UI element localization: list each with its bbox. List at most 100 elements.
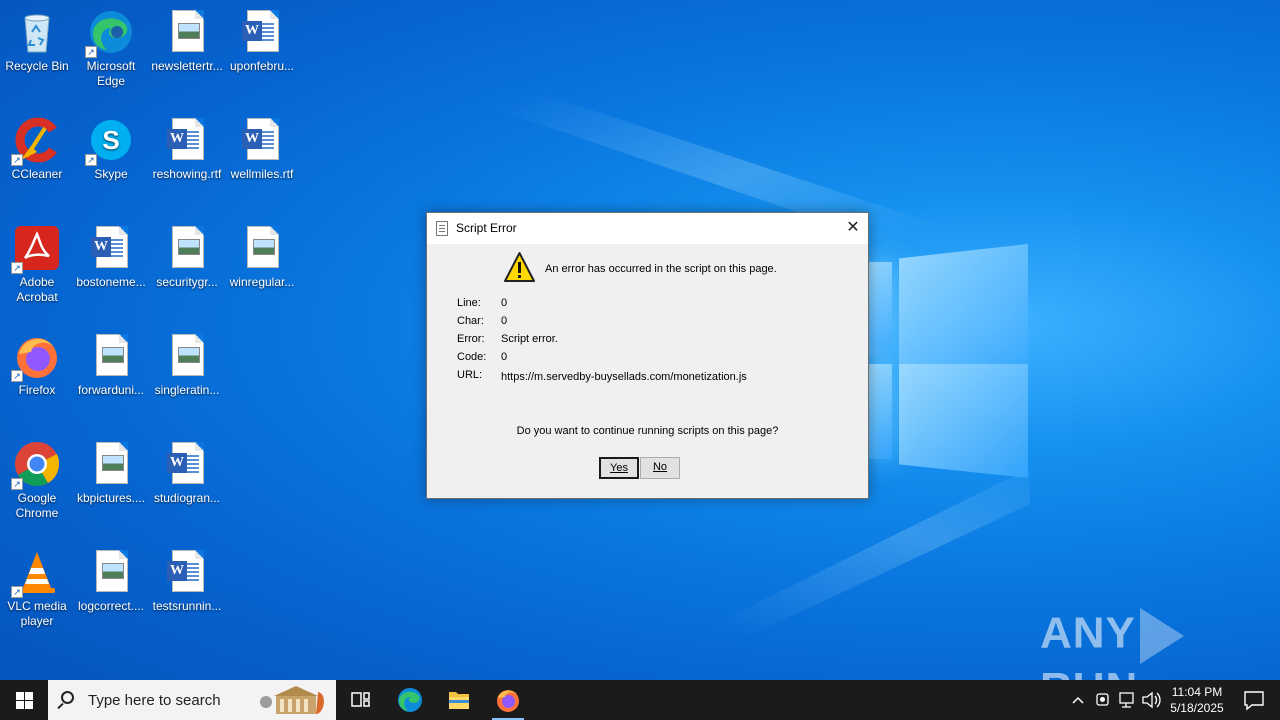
- desktop-icon-studiogran[interactable]: W studiogran...: [149, 440, 225, 506]
- desktop-icon-winregular[interactable]: winregular...: [224, 224, 300, 290]
- desktop-icon-firefox[interactable]: ↗ Firefox: [0, 332, 75, 398]
- error-message: An error has occurred in the script on t…: [545, 263, 777, 275]
- desktop-icon-label: Microsoft Edge: [86, 59, 136, 88]
- desktop-icon-forwarduni[interactable]: forwarduni...: [73, 332, 149, 398]
- desktop-icon-securitygr[interactable]: securitygr...: [149, 224, 225, 290]
- image-file-icon: [238, 224, 286, 272]
- dialog-titlebar[interactable]: Script Error ✕: [427, 213, 868, 244]
- taskbar-clock[interactable]: 11:04 PM 5/18/2025: [1165, 684, 1229, 716]
- vlc-icon: ↗: [11, 548, 61, 598]
- desktop-icon-label: Firefox: [18, 383, 56, 397]
- desktop-icon-uponfebru[interactable]: W uponfebru...: [224, 8, 300, 74]
- chevron-up-icon: [1072, 696, 1084, 704]
- search-placeholder: Type here to search: [88, 692, 221, 709]
- tray-volume-button[interactable]: [1140, 680, 1162, 720]
- task-view-icon: [351, 692, 370, 707]
- taskbar-firefox[interactable]: [484, 680, 532, 720]
- tray-security-button[interactable]: [1093, 680, 1113, 720]
- field-value: https://m.servedby-buysellads.com/moneti…: [501, 371, 747, 383]
- desktop-icon-label: bostoneme...: [76, 275, 146, 289]
- warning-icon: [503, 251, 536, 283]
- field-value: 0: [501, 297, 508, 309]
- action-center-button[interactable]: [1234, 680, 1274, 720]
- field-key: Code:: [457, 351, 487, 363]
- play-icon: [1139, 608, 1184, 664]
- acrobat-icon: ↗: [11, 224, 61, 274]
- yes-button[interactable]: Yes: [599, 457, 639, 479]
- edge-icon: ↗: [85, 8, 135, 58]
- notification-icon: [1244, 691, 1264, 711]
- field-key: Line:: [457, 297, 481, 309]
- yes-button-label: Yes: [610, 462, 628, 474]
- image-file-icon: [163, 332, 211, 380]
- desktop-icon-testsrunnin[interactable]: W testsrunnin...: [149, 548, 225, 614]
- image-file-icon: [87, 548, 135, 596]
- image-file-icon: [87, 440, 135, 488]
- desktop-icon-label: newslettertr...: [151, 59, 223, 73]
- continue-question: Do you want to continue running scripts …: [516, 425, 779, 437]
- document-icon: [436, 221, 448, 236]
- field-value: Script error.: [501, 333, 558, 345]
- desktop-icon-label: Adobe Acrobat: [16, 275, 58, 304]
- chrome-icon: ↗: [11, 440, 61, 490]
- desktop-icon-label: wellmiles.rtf: [230, 167, 294, 181]
- tray-network-button[interactable]: [1116, 680, 1138, 720]
- skype-icon: S ↗: [85, 116, 135, 166]
- desktop-icon-label: winregular...: [229, 275, 295, 289]
- image-file-icon: [163, 224, 211, 272]
- script-error-dialog: Script Error ✕ An error has occurred in …: [426, 212, 869, 499]
- desktop-icon-logcorrect[interactable]: logcorrect....: [73, 548, 149, 614]
- word-document-icon: W: [163, 116, 211, 164]
- dialog-title: Script Error: [456, 221, 517, 235]
- field-key: Char:: [457, 315, 484, 327]
- desktop-icon-label: CCleaner: [11, 167, 63, 181]
- svg-text:S: S: [102, 125, 119, 155]
- desktop-icon-google-chrome[interactable]: ↗ Google Chrome: [0, 440, 75, 521]
- desktop-icon-label: securitygr...: [156, 275, 218, 289]
- task-view-button[interactable]: [336, 680, 384, 720]
- desktop-icon-adobe-acrobat[interactable]: ↗ Adobe Acrobat: [0, 224, 75, 305]
- folder-icon: [449, 692, 469, 709]
- desktop-icon-skype[interactable]: S ↗ Skype: [73, 116, 149, 182]
- desktop-icon-ccleaner[interactable]: ↗ CCleaner: [0, 116, 75, 182]
- desktop-icon-kbpictures[interactable]: kbpictures....: [73, 440, 149, 506]
- field-key: URL:: [457, 369, 483, 381]
- search-highlight-icon: [258, 684, 328, 716]
- desktop-icon-label: reshowing.rtf: [152, 167, 222, 181]
- taskbar-file-explorer[interactable]: [435, 680, 483, 720]
- desktop-icon-label: VLC media player: [7, 599, 67, 628]
- desktop-icon-wellmiles[interactable]: W wellmiles.rtf: [224, 116, 300, 182]
- desktop-icon-label: forwarduni...: [77, 383, 145, 397]
- image-file-icon: [87, 332, 135, 380]
- desktop-icon-vlc[interactable]: ↗ VLC media player: [0, 548, 75, 629]
- close-button[interactable]: ✕: [838, 213, 868, 243]
- taskbar-edge[interactable]: [386, 680, 434, 720]
- field-key: Error:: [457, 333, 485, 345]
- field-value: 0: [501, 315, 508, 327]
- speaker-icon: [1142, 691, 1161, 709]
- word-document-icon: W: [238, 8, 286, 56]
- desktop-icon-newslettertr[interactable]: newslettertr...: [149, 8, 225, 74]
- clock-date: 5/18/2025: [1170, 701, 1224, 715]
- desktop-icon-reshowing[interactable]: W reshowing.rtf: [149, 116, 225, 182]
- taskbar-search-box[interactable]: Type here to search: [48, 680, 336, 720]
- edge-icon: [398, 688, 422, 712]
- no-button[interactable]: No: [640, 457, 680, 479]
- image-file-icon: [163, 8, 211, 56]
- desktop-icon-label: Recycle Bin: [5, 59, 69, 73]
- network-icon: [1119, 692, 1134, 708]
- shield-icon: [1096, 693, 1109, 706]
- start-button[interactable]: [0, 680, 48, 720]
- show-hidden-icons-button[interactable]: [1068, 680, 1088, 720]
- firefox-icon: [497, 690, 519, 712]
- word-document-icon: W: [238, 116, 286, 164]
- close-icon: ✕: [846, 219, 860, 236]
- windows-wallpaper-logo: [868, 240, 1028, 480]
- desktop-icon-label: Google Chrome: [15, 491, 59, 520]
- desktop-icon-recycle-bin[interactable]: Recycle Bin: [0, 8, 75, 74]
- desktop-icon-bostoneme[interactable]: W bostoneme...: [73, 224, 149, 290]
- desktop-icon-label: singleratin...: [154, 383, 220, 397]
- desktop-icon-singleratin[interactable]: singleratin...: [149, 332, 225, 398]
- desktop-icon-microsoft-edge[interactable]: ↗ Microsoft Edge: [73, 8, 149, 89]
- field-value: 0: [501, 351, 508, 363]
